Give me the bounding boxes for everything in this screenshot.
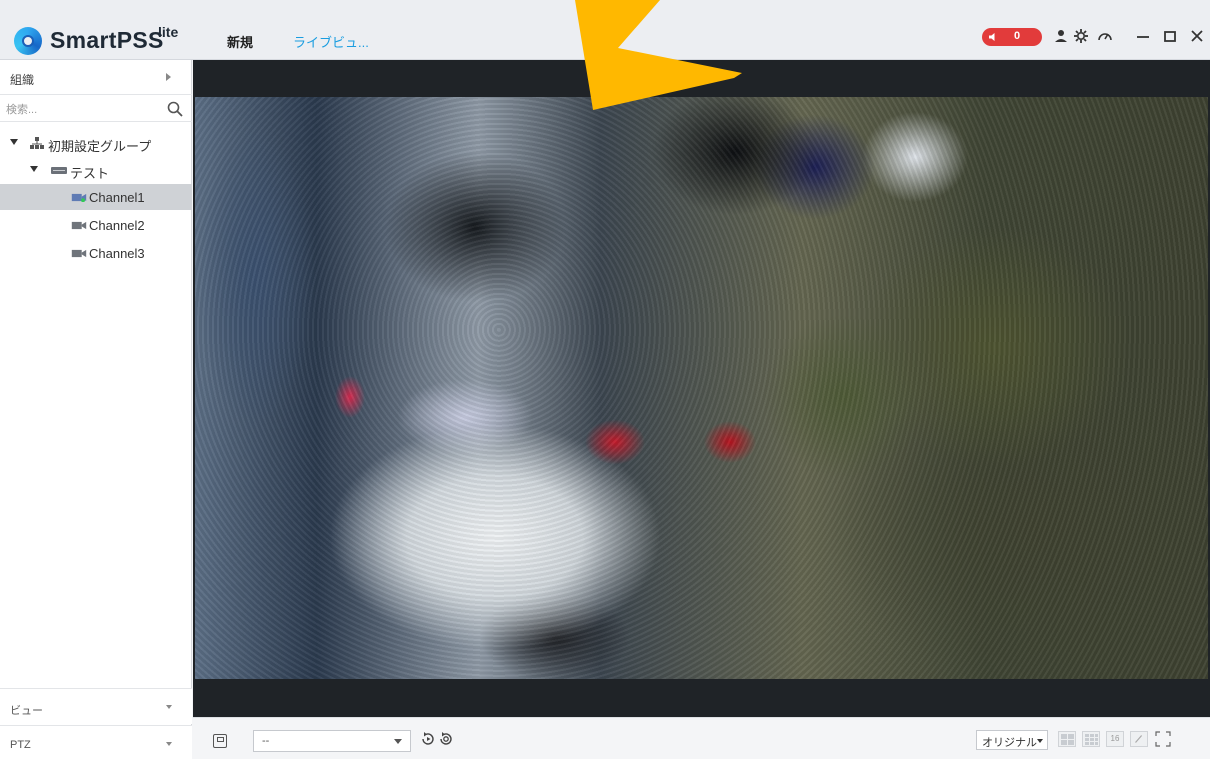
group-icon [30,137,44,149]
app-suffix: lite [158,24,179,40]
camera-icon [71,193,87,202]
gear-icon[interactable] [1072,27,1090,45]
layout-16-button[interactable]: 16 [1106,731,1124,747]
sequence-play-icon[interactable] [419,730,437,748]
performance-icon[interactable] [1096,27,1114,45]
app-logo-icon [14,27,42,55]
view-panel-header[interactable]: ビュー [0,688,192,724]
app-name: SmartPSS [50,27,164,53]
tree-group-label: 初期設定グループ [48,139,152,154]
ptz-panel-header[interactable]: PTZ [0,725,192,759]
tree-channel-row[interactable]: Channel2 [0,212,192,238]
dropdown-arrow-icon [394,739,402,744]
close-icon[interactable] [1188,27,1206,45]
tree-device-row[interactable]: テスト [0,157,192,183]
sequence-settings-icon[interactable] [437,730,455,748]
channel-label: Channel2 [89,218,145,233]
live-view-pane[interactable] [193,60,1210,717]
view-select-value: -- [262,735,270,747]
speaker-icon [989,33,995,41]
camera-icon [71,221,87,230]
search-input[interactable] [6,101,156,119]
aspect-ratio-value: オリジナル [982,737,1037,749]
organization-label: 組織 [10,73,35,87]
ptz-label: PTZ [10,739,31,751]
view-select[interactable]: -- [253,730,411,752]
collapse-caret-icon[interactable] [10,139,18,145]
dropdown-arrow-icon [166,742,172,746]
organization-header[interactable]: 組織 [0,60,192,95]
alarm-badge[interactable]: 0 [982,28,1042,46]
tree-device-label: テスト [70,166,110,181]
camera-video-feed[interactable] [195,97,1208,679]
tree-group-row[interactable]: 初期設定グループ [0,130,192,156]
device-search [0,98,192,122]
channel-label: Channel3 [89,246,145,261]
tab-new[interactable]: 新規 [227,32,253,51]
aspect-ratio-select[interactable]: オリジナル [976,730,1048,750]
alarm-count: 0 [1014,30,1021,42]
user-icon[interactable] [1052,27,1070,45]
tree-channel-row[interactable]: Channel1 [0,184,192,210]
sidebar: 組織 初期設定グループ [0,60,192,759]
edit-layout-icon[interactable] [1130,731,1148,747]
smartpss-window: SmartPSS lite 新規 ライブビュ... 0 組織 検索... 初期設… [0,0,1210,759]
dropdown-arrow-icon [166,705,172,709]
save-view-icon[interactable] [213,734,227,748]
annotation-arrow [575,0,742,110]
fullscreen-icon[interactable] [1155,731,1171,747]
expand-arrow-icon [166,73,171,81]
tab-live-view[interactable]: ライブビュ... [293,32,369,51]
maximize-icon[interactable] [1161,27,1179,45]
tree-channel-row[interactable]: Channel3 [0,240,192,266]
layout-4-icon[interactable] [1058,731,1076,747]
minimize-icon[interactable] [1134,27,1152,45]
camera-icon [71,249,87,258]
dropdown-arrow-icon [1037,739,1043,743]
nvr-device-icon [51,167,67,174]
layout-9-icon[interactable] [1082,731,1100,747]
view-label: ビュー [10,705,43,717]
collapse-caret-icon[interactable] [30,166,38,172]
live-view-toolbar: -- オリジナル 16 [193,717,1210,759]
search-icon[interactable] [166,100,184,118]
channel-label: Channel1 [89,190,145,205]
